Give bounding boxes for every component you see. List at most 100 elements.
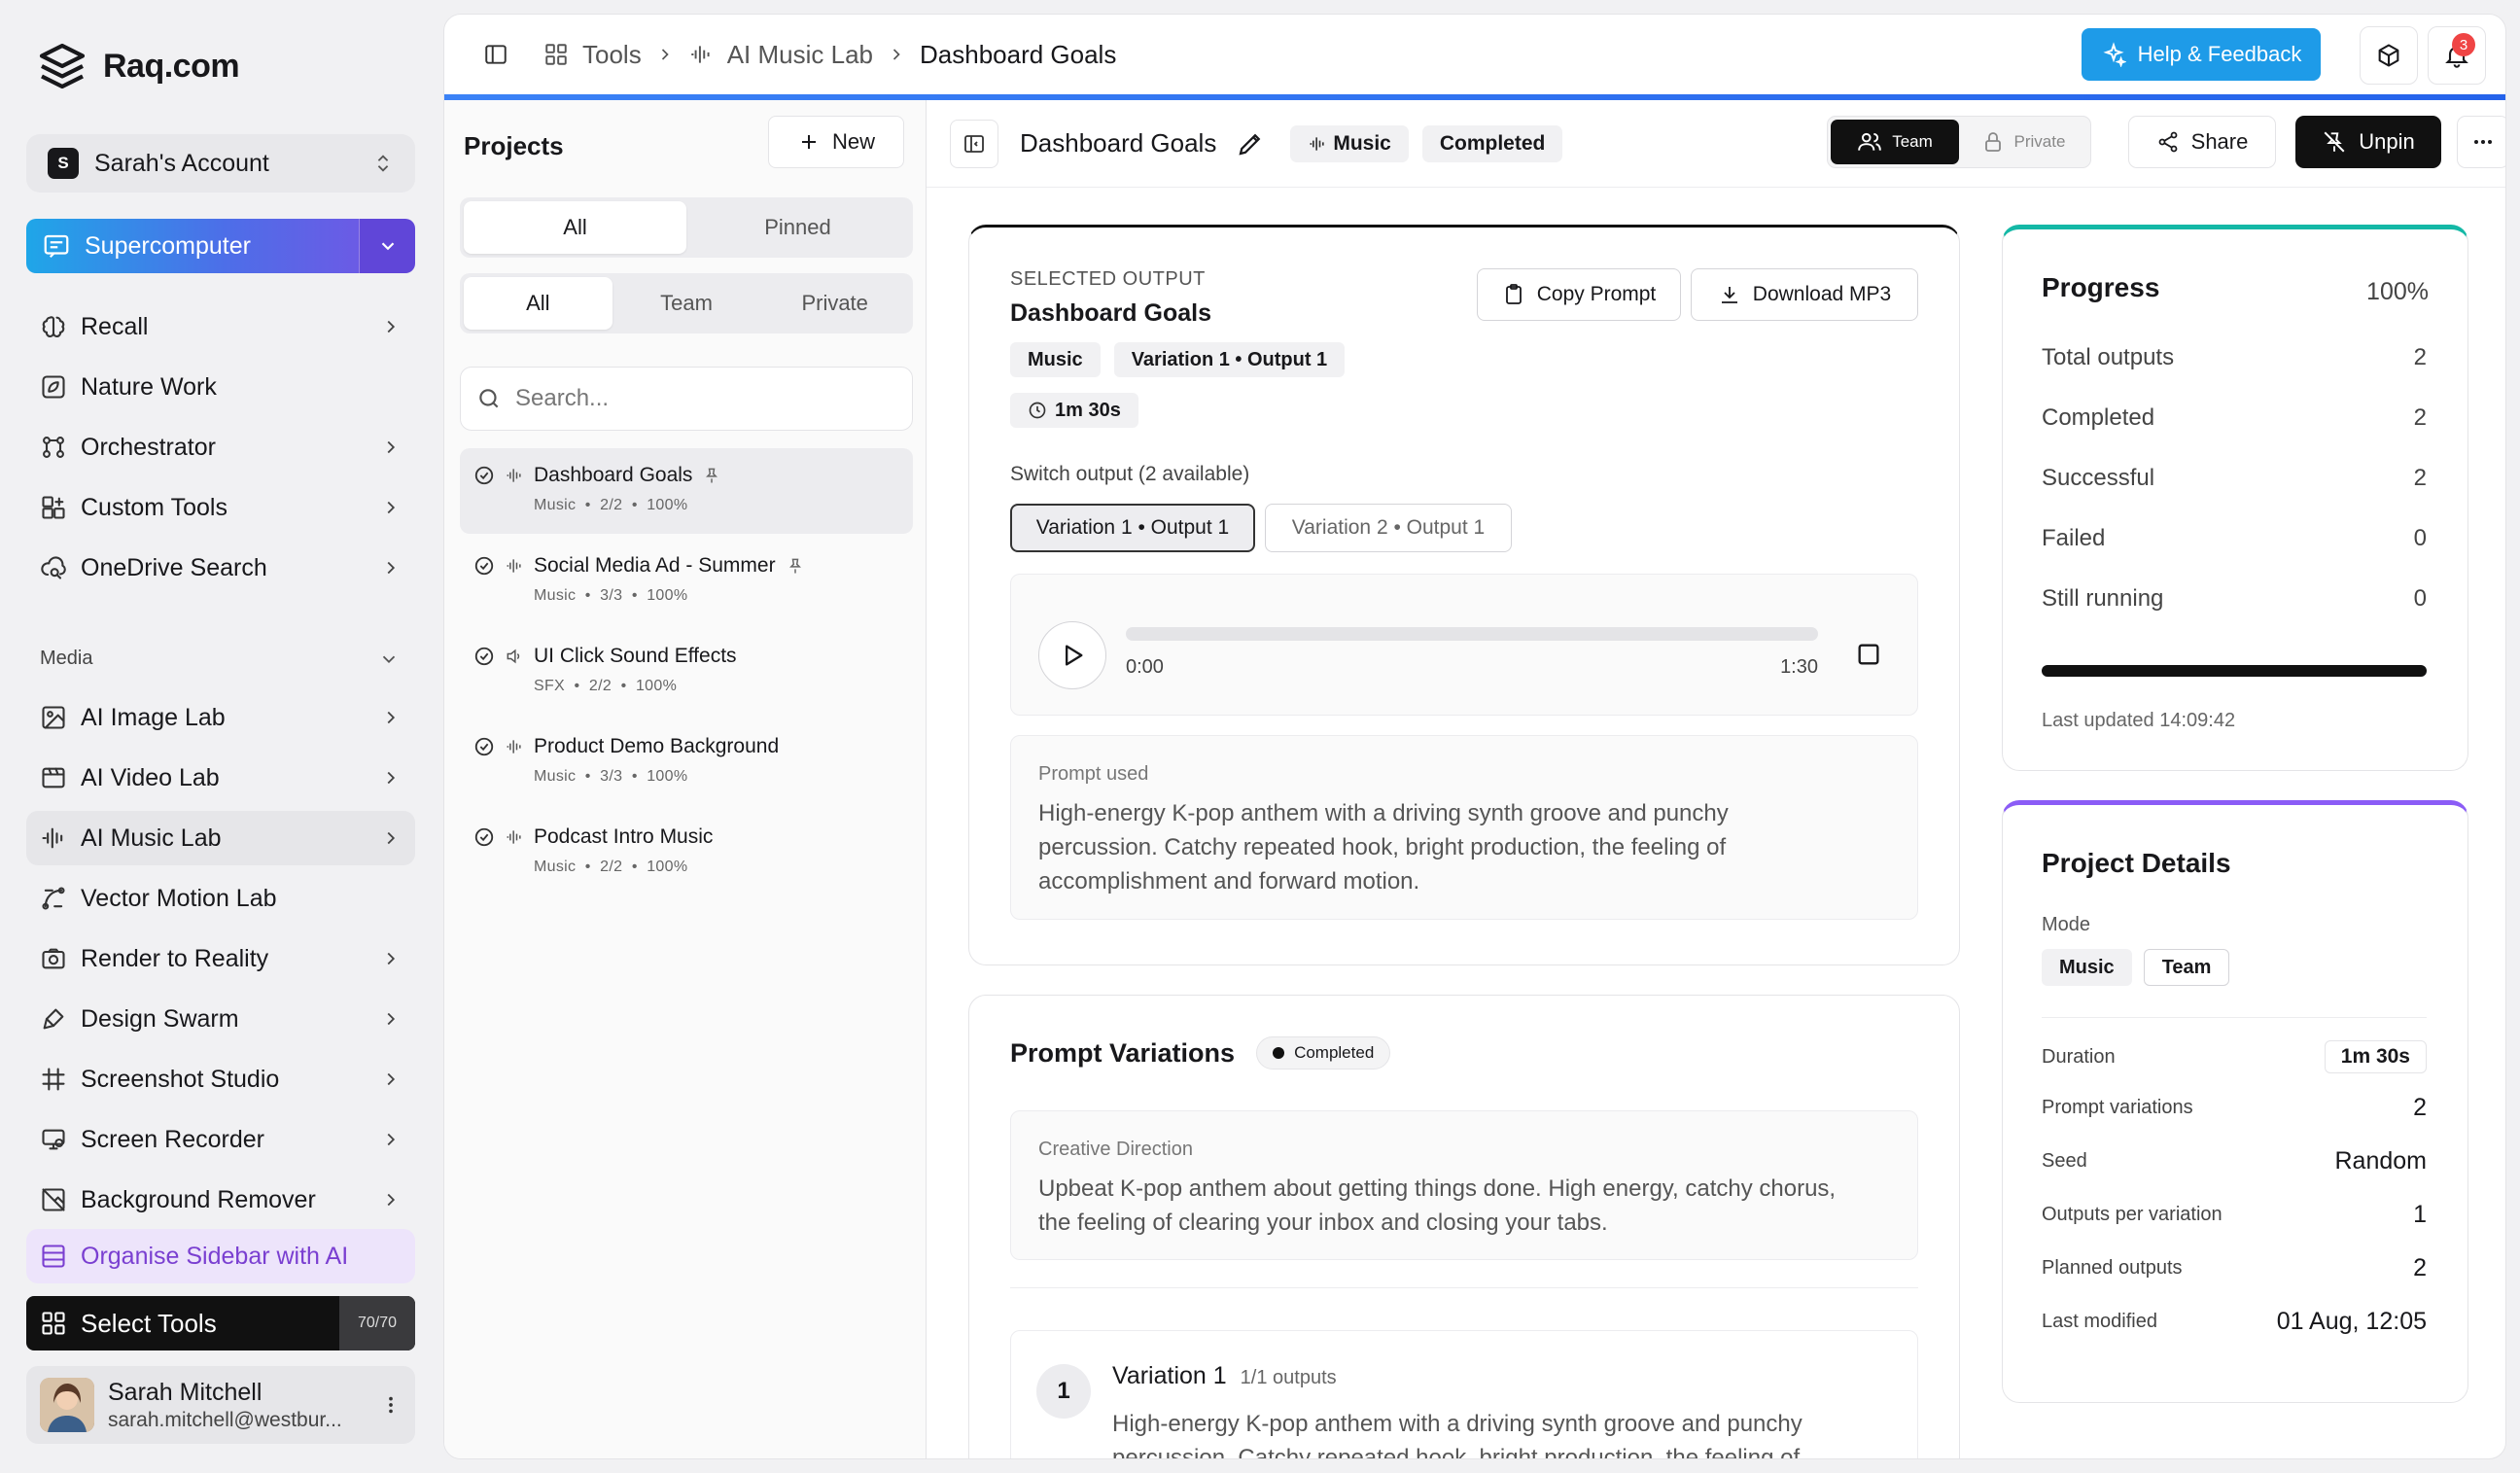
supercomputer-main[interactable]: Supercomputer [26,219,359,273]
search-input[interactable]: Search... [515,385,609,412]
check-circle-icon [473,736,495,757]
project-type: Music [534,859,577,875]
account-name: Sarah's Account [94,149,269,177]
monitor-icon [40,1126,67,1153]
main-frame: Tools AI Music Lab Dashboard Goals Help … [443,14,2506,1459]
filter-all-visibility[interactable]: All [464,277,612,330]
private-option[interactable]: Private [1959,120,2087,164]
sidebar-item-ai-image-lab[interactable]: AI Image Lab [26,690,415,745]
list-item[interactable]: Dashboard Goals Music • 2/2 • 100% [460,448,913,534]
sidebar-item-label: Nature Work [81,372,217,401]
download-mp3-button[interactable]: Download MP3 [1691,268,1918,321]
sidebar-item-background-remover[interactable]: Background Remover [26,1173,415,1227]
search-field[interactable]: Search... [460,367,913,431]
filter-all[interactable]: All [464,201,686,254]
chevron-right-icon[interactable] [380,497,402,518]
more-vertical-icon[interactable] [380,1394,402,1416]
organise-sidebar-button[interactable]: Organise Sidebar with AI [26,1229,415,1283]
chevron-right-icon[interactable] [380,1008,402,1030]
sidebar-item-ai-video-lab[interactable]: AI Video Lab [26,751,415,805]
status-dot [1273,1047,1285,1059]
select-tools-label: Select Tools [81,1308,217,1338]
share-button[interactable]: Share [2128,116,2276,168]
package-button[interactable] [2360,26,2418,85]
sidebar-item-ai-music-lab[interactable]: AI Music Lab [26,811,415,865]
app-logo[interactable]: Raq.com [35,39,240,93]
sidebar-item-design-swarm[interactable]: Design Swarm [26,992,415,1046]
breadcrumb-tools[interactable]: Tools [582,40,642,70]
list-item[interactable]: Product Demo Background Music • 3/3 • 100… [460,719,913,805]
chevron-right-icon[interactable] [380,316,402,337]
sidebar-item-custom-tools[interactable]: Custom Tools [26,480,415,535]
stat-value: 2 [2413,404,2427,431]
pencil-icon[interactable] [1236,129,1265,158]
filter-pinned[interactable]: Pinned [686,201,909,254]
more-options-button[interactable] [2457,116,2505,168]
chevron-right-icon[interactable] [380,1129,402,1150]
sidebar-item-recall[interactable]: Recall [26,299,415,354]
project-percent: 100% [647,859,688,875]
sidebar-item-nature-work[interactable]: Nature Work [26,360,415,414]
stop-icon[interactable] [1855,641,1882,668]
chevron-right-icon[interactable] [380,1069,402,1090]
workflow-icon [40,434,67,461]
share-icon [2156,130,2180,154]
supercomputer-dropdown[interactable] [359,219,415,273]
sidebar-item-vector-motion-lab[interactable]: Vector Motion Lab [26,871,415,926]
new-project-button[interactable]: New [768,116,904,168]
mode-chip-label: Music [1333,131,1391,155]
help-feedback-button[interactable]: Help & Feedback [2082,28,2321,81]
project-title: UI Click Sound Effects [534,645,737,667]
detail-label: Prompt variations [2042,1097,2193,1118]
list-item[interactable]: UI Click Sound Effects SFX • 2/2 • 100% [460,629,913,715]
audio-progress-track[interactable] [1126,627,1818,641]
team-option[interactable]: Team [1831,120,1959,164]
variation-1-output-button[interactable]: Variation 1 • Output 1 [1010,504,1255,552]
creative-direction-box: Creative Direction Upbeat K-pop anthem a… [1010,1110,1918,1260]
media-section-header[interactable]: Media [40,648,400,670]
progress-stat-row: Still running 0 [2042,585,2427,613]
copy-prompt-button[interactable]: Copy Prompt [1477,268,1681,321]
play-button[interactable] [1038,621,1106,689]
sidebar-item-onedrive-search[interactable]: OneDrive Search [26,541,415,595]
chevron-right-icon[interactable] [380,1189,402,1210]
user-profile[interactable]: Sarah Mitchell sarah.mitchell@westbur... [26,1366,415,1444]
sidebar-item-render-to-reality[interactable]: Render to Reality [26,931,415,986]
list-item[interactable]: Social Media Ad - Summer Music • 3/3 • 10… [460,539,913,624]
brain-icon [40,313,67,340]
list-icon [40,1243,67,1270]
collapse-panel-button[interactable] [950,119,998,168]
sidebar-item-orchestrator[interactable]: Orchestrator [26,420,415,474]
chevron-right-icon[interactable] [380,767,402,789]
detail-label: Last modified [2042,1311,2157,1332]
select-tools-button[interactable]: Select Tools 70/70 [26,1296,415,1350]
project-title: Podcast Intro Music [534,825,714,848]
chevron-right-icon[interactable] [380,707,402,728]
visibility-toggle: Team Private [1827,116,2091,168]
sidebar-item-screenshot-studio[interactable]: Screenshot Studio [26,1052,415,1106]
variation-2-output-button[interactable]: Variation 2 • Output 1 [1265,504,1512,552]
sidebar: Raq.com S Sarah's Account Supercomputer … [0,0,443,1473]
sidebar-item-screen-recorder[interactable]: Screen Recorder [26,1112,415,1167]
check-circle-icon [473,646,495,667]
list-item[interactable]: Podcast Intro Music Music • 2/2 • 100% [460,810,913,895]
supercomputer-button[interactable]: Supercomputer [26,219,415,273]
filter-team[interactable]: Team [612,277,761,330]
chevron-right-icon[interactable] [380,437,402,458]
chevron-right-icon[interactable] [380,557,402,579]
users-icon [1857,129,1882,155]
filter-private[interactable]: Private [760,277,909,330]
help-label: Help & Feedback [2137,42,2302,66]
sidebar-toggle-icon[interactable] [483,42,508,67]
blocks-icon [40,494,67,521]
unpin-button[interactable]: Unpin [2295,116,2441,168]
variation-1-title: Variation 1 [1112,1362,1227,1389]
chevron-right-icon[interactable] [380,827,402,849]
breadcrumb-music-lab[interactable]: AI Music Lab [727,40,873,70]
account-switcher[interactable]: S Sarah's Account [26,134,415,193]
notifications-button[interactable]: 3 [2428,26,2486,85]
project-count: 2/2 [588,678,612,694]
prompt-used-box: Prompt used High-energy K-pop anthem wit… [1010,735,1918,920]
creative-direction-text: Upbeat K-pop anthem about getting things… [1038,1175,1837,1236]
chevron-right-icon[interactable] [380,948,402,969]
